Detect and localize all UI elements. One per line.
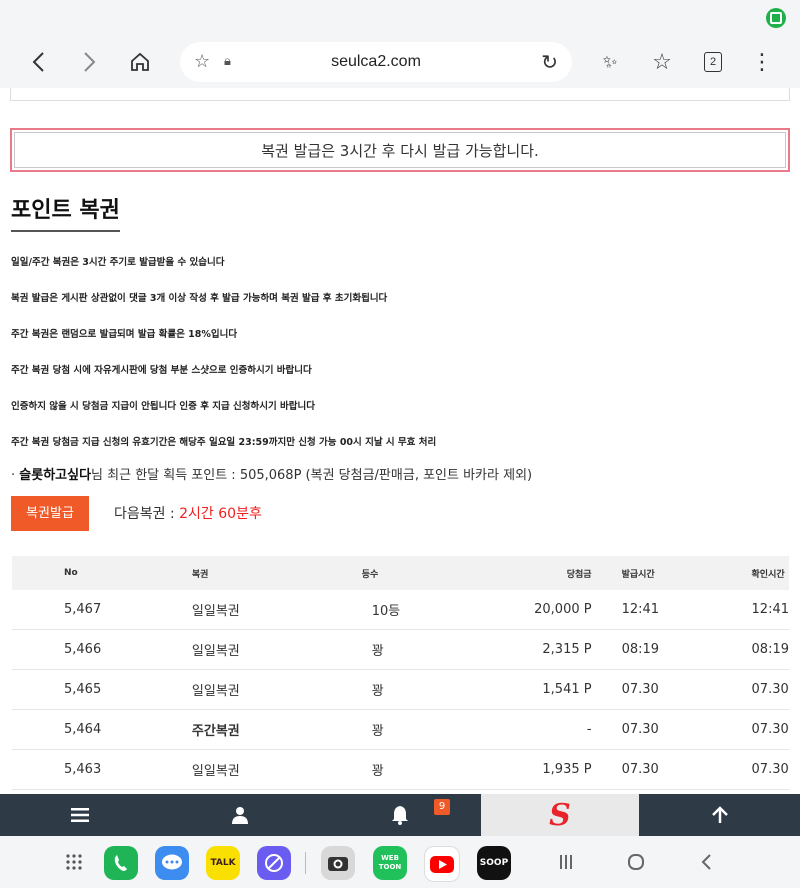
notification-badge: 9 [434,799,450,815]
recent-apps-icon[interactable] [546,836,586,888]
summary-username: 슬롯하고싶다 [19,468,92,483]
notice-text: 복권 발급은 3시간 후 다시 발급 가능합니다. [14,132,786,168]
info-line-4: 주간 복권 당첨 시에 자유게시판에 당첨 부분 스샷으로 인증하시기 바랍니다 [11,365,312,376]
url-bar[interactable]: ☆ 🔒︎ seulca2.com ↻ [180,42,572,82]
cell-issued-time: 07.30 [621,669,752,710]
webtoon-app-icon[interactable]: WEB TOON [373,846,407,880]
header-checked-time: 확인시간 [751,556,789,590]
info-line-1: 일일/주간 복권은 3시간 주기로 발급받을 수 있습니다 [11,257,225,268]
cell-checked-time: 12:41 [751,590,789,630]
header-issued-time: 발급시간 [621,556,752,590]
cell-prize: 1,541 P [481,669,622,710]
info-line-5: 인증하지 않을 시 당첨금 지급이 안됩니다 인증 후 지급 신청하시기 바랍니… [11,401,316,412]
cell-prize: - [481,709,622,750]
issue-lottery-button[interactable]: 복권발급 [11,496,89,531]
tabs-icon[interactable]: 2 [693,36,733,88]
browser-toolbar: ☆ 🔒︎ seulca2.com ↻ ✨︎ ☆ 2 ⋮ [0,36,800,88]
next-lottery-label: 다음복권 : [114,506,180,522]
app-drawer-icon[interactable] [54,836,94,888]
header-lottery: 복권 [191,556,362,590]
cell-issued-time: 12:41 [621,590,752,630]
forward-icon[interactable] [70,36,110,88]
table-row: 5,464 주간복권 꽝 -07.30 07.30 [12,709,789,750]
table-row: 5,465 일일복권 꽝 1,541 P 07.30 07.30 [12,669,789,710]
cell-prize: 20,000 P [481,590,622,630]
notice-box: 복권 발급은 3시간 후 다시 발급 가능합니다. [10,128,790,172]
header-no: No [12,556,192,590]
cell-lottery: 일일복권 [191,749,362,790]
cell-checked-time: 07.30 [751,709,789,750]
next-lottery: 다음복권 : 2시간 60분후 [114,503,262,523]
cell-lottery: 일일복권 [191,590,362,630]
next-lottery-value: 2시간 60분후 [179,506,262,522]
url-text: seulca2.com [331,53,421,70]
cell-no: 5,466 [12,629,192,670]
back-icon[interactable] [18,36,58,88]
cell-lottery: 일일복권 [191,669,362,710]
status-bar [0,0,800,36]
user-icon[interactable] [220,794,260,836]
reload-icon[interactable]: ↻ [541,42,558,82]
system-dock: TALK WEB TOON SOOP [0,836,800,888]
browser-app-icon[interactable] [257,846,291,880]
kakaotalk-app-icon[interactable]: TALK [206,846,240,880]
site-logo: S [549,797,571,833]
menu-more-icon[interactable]: ⋮ [742,36,782,88]
info-line-2: 복권 발급은 게시판 상관없이 댓글 3개 이상 작성 후 발급 가능하며 복권… [11,293,388,304]
cell-no: 5,465 [12,669,192,710]
cell-prize: 1,935 P [481,749,622,790]
site-logo-button[interactable]: S [481,794,639,836]
cell-rank: 꽝 [361,709,482,750]
scroll-top-icon[interactable] [700,794,740,836]
cell-no: 5,464 [12,709,192,750]
hamburger-menu-icon[interactable] [60,794,100,836]
bell-icon[interactable] [380,794,420,836]
messages-app-icon[interactable] [155,846,189,880]
home-icon[interactable] [120,36,160,88]
table-row: 5,466 일일복권 꽝 2,315 P 08:19 08:19 [12,629,789,670]
table-row: 5,467 일일복권 10등 20,000 P 12:41 12:41 [12,590,789,630]
tab-count: 2 [704,52,722,72]
table-header-row: No 복권 등수 당첨금 발급시간 확인시간 [12,556,789,590]
info-line-3: 주간 복권은 랜덤으로 발급되며 발급 확률은 18%입니다 [11,329,238,340]
home-button-icon[interactable] [616,836,656,888]
section-title: 포인트 복권 [11,192,120,232]
camera-app-icon[interactable] [321,846,355,880]
cell-no: 5,463 [12,749,192,790]
cell-no: 5,467 [12,590,192,630]
header-rank: 등수 [361,556,482,590]
summary-text: 님 최근 한달 획득 포인트 : 505,068P (복권 당첨금/판매금, 포… [91,468,533,483]
dock-divider [305,852,306,874]
cell-rank: 10등 [361,590,482,630]
cell-lottery: 일일복권 [191,629,362,670]
favorites-icon[interactable]: ☆ [642,36,682,88]
page-content: 복권 발급은 3시간 후 다시 발급 가능합니다. 포인트 복권 일일/주간 복… [0,88,800,794]
youtube-app-icon[interactable] [424,846,460,882]
points-summary: · 슬롯하고싶다님 최근 한달 획득 포인트 : 505,068P (복권 당첨… [11,464,532,483]
cell-rank: 꽝 [361,749,482,790]
soop-app-icon[interactable]: SOOP [477,846,511,880]
lottery-table: No 복권 등수 당첨금 발급시간 확인시간 5,467 일일복권 10등 20,00… [12,556,789,790]
cell-checked-time: 07.30 [751,749,789,790]
summary-bullet: · [11,468,16,483]
system-back-icon[interactable] [686,836,726,888]
sparkle-icon[interactable]: ✨︎ [590,36,630,88]
screen-record-icon [766,8,786,28]
bottom-nav: S [0,794,800,836]
table-row: 5,463 일일복권 꽝 1,935 P 07.30 07.30 [12,749,789,790]
info-line-6: 주간 복권 당첨금 지급 신청의 유효기간은 해당주 일요일 23:59까지만 … [11,437,437,448]
top-box [10,88,790,101]
cell-issued-time: 07.30 [621,709,752,750]
cell-checked-time: 07.30 [751,669,789,710]
phone-app-icon[interactable] [104,846,138,880]
cell-rank: 꽝 [361,629,482,670]
cell-checked-time: 08:19 [751,629,789,670]
cell-rank: 꽝 [361,669,482,710]
header-prize: 당첨금 [481,556,622,590]
cell-lottery: 주간복권 [191,709,362,750]
cell-prize: 2,315 P [481,629,622,670]
cell-issued-time: 08:19 [621,629,752,670]
cell-issued-time: 07.30 [621,749,752,790]
